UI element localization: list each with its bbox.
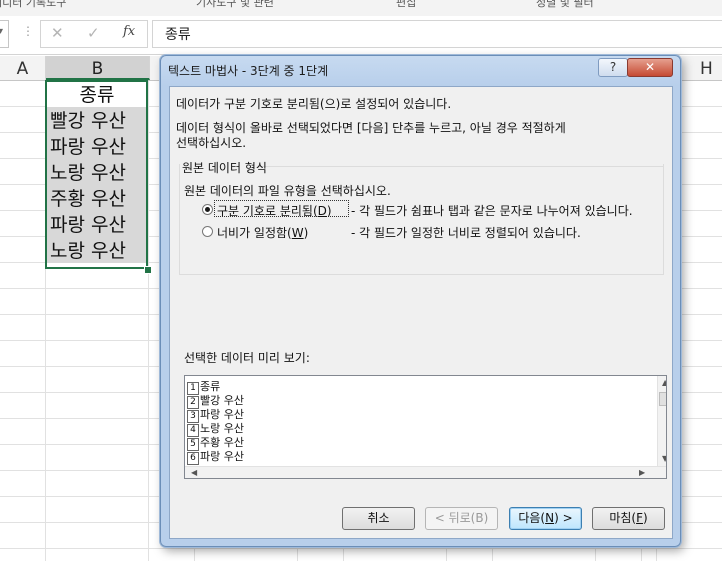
help-button[interactable]: ? xyxy=(598,58,628,77)
preview-label: 선택한 데이터 미리 보기: xyxy=(184,351,310,365)
formula-bar-grip-icon: ⋮ xyxy=(22,24,34,38)
source-format-group xyxy=(179,164,664,275)
cancel-button[interactable]: 취소 xyxy=(342,507,415,530)
option-label-close: ) xyxy=(326,204,332,218)
option-label-text: 너비가 일정함( xyxy=(217,226,292,240)
preview-vertical-scrollbar[interactable]: ▲ ▼ xyxy=(657,376,666,466)
cancel-icon[interactable]: ✕ xyxy=(51,24,64,42)
mnemonic-f: F xyxy=(636,511,643,525)
instruction-text-2: 선택하십시오. xyxy=(176,136,247,150)
finish-button[interactable]: 마침(F) xyxy=(592,507,665,530)
preview-row: 6 파랑 우산 xyxy=(187,448,244,465)
name-box[interactable]: ▾ xyxy=(0,20,9,48)
preview-row-text: 파랑 우산 xyxy=(200,450,244,463)
option-label-text: 구분 기호로 분리됨( xyxy=(217,204,318,218)
group-title: 원본 데이터 형식 xyxy=(182,161,267,175)
enter-icon[interactable]: ✓ xyxy=(87,24,100,42)
preview-row-number: 6 xyxy=(187,452,199,465)
radio-delimited[interactable] xyxy=(202,204,213,215)
option-delimited-label[interactable]: 구분 기호로 분리됨(D) xyxy=(217,202,332,219)
option-label-close: ) xyxy=(303,226,309,240)
formula-value: 종류 xyxy=(165,27,191,43)
next-button[interactable]: 다음(N) > xyxy=(509,507,582,530)
group-divider xyxy=(258,166,664,167)
scroll-thumb[interactable] xyxy=(659,392,666,406)
column-header-b[interactable]: B xyxy=(46,56,150,80)
group-prompt: 원본 데이터의 파일 유형을 선택하십시오. xyxy=(184,184,391,198)
ribbon-label: 정렬 및 필터 xyxy=(536,0,594,9)
ribbon-label: 편집 xyxy=(396,0,417,9)
close-button[interactable]: ✕ xyxy=(627,58,673,77)
column-header-h[interactable]: H xyxy=(700,56,722,80)
intro-text: 데이터가 구분 기호로 분리됨(으)로 설정되어 있습니다. xyxy=(176,97,452,111)
dialog-body: 데이터가 구분 기호로 분리됨(으)로 설정되어 있습니다. 데이터 형식이 올… xyxy=(169,86,673,539)
selection-border xyxy=(45,80,148,269)
chevron-down-icon[interactable]: ▾ xyxy=(0,26,3,37)
column-header-a[interactable]: A xyxy=(0,56,46,80)
scroll-up-icon[interactable]: ▲ xyxy=(662,378,666,387)
scroll-right-icon[interactable]: ▶ xyxy=(639,468,645,477)
preview-horizontal-scrollbar[interactable]: ◀ ▶ xyxy=(185,466,666,478)
next-button-suffix: ) > xyxy=(554,511,573,525)
finish-button-suffix: ) xyxy=(642,511,648,525)
scroll-down-icon[interactable]: ▼ xyxy=(662,454,666,463)
ribbon-group-labels: 에디터 기록도구 기사도구 및 관련 편집 정렬 및 필터 xyxy=(0,0,722,17)
fill-handle[interactable] xyxy=(144,266,152,274)
text-wizard-dialog: 텍스트 마법사 - 3단계 중 1단계 ? ✕ 데이터가 구분 기호로 분리됨(… xyxy=(160,55,681,547)
next-button-text: 다음( xyxy=(518,511,546,525)
back-button[interactable]: < 뒤로(B) xyxy=(425,507,498,530)
mnemonic-d: D xyxy=(317,204,327,218)
radio-fixed-width[interactable] xyxy=(202,226,213,237)
ribbon-label: 기사도구 및 관련 xyxy=(196,0,274,9)
finish-button-text: 마침( xyxy=(609,511,637,525)
data-preview[interactable]: 1종류 2빨강 우산 3파랑 우산 4노랑 우산 5주황 우산 6파랑 우산 ▲… xyxy=(184,375,667,479)
ribbon-label: 에디터 기록도구 xyxy=(0,0,67,9)
dialog-title-bar[interactable]: 텍스트 마법사 - 3단계 중 1단계 ? ✕ xyxy=(161,56,680,86)
option-fixed-label[interactable]: 너비가 일정함(W) xyxy=(217,224,308,241)
option-delimited-description: - 각 필드가 쉼표나 탭과 같은 문자로 나누어져 있습니다. xyxy=(351,204,633,218)
mnemonic-w: W xyxy=(291,226,304,240)
option-fixed-description: - 각 필드가 일정한 너비로 정렬되어 있습니다. xyxy=(351,226,581,240)
insert-function-icon[interactable]: fx xyxy=(123,24,135,39)
formula-input[interactable]: 종류 xyxy=(152,20,722,48)
mnemonic-n: N xyxy=(545,511,555,525)
scroll-left-icon[interactable]: ◀ xyxy=(191,468,197,477)
formula-buttons: ✕ ✓ fx xyxy=(40,20,148,48)
dialog-title: 텍스트 마법사 - 3단계 중 1단계 xyxy=(168,64,329,78)
